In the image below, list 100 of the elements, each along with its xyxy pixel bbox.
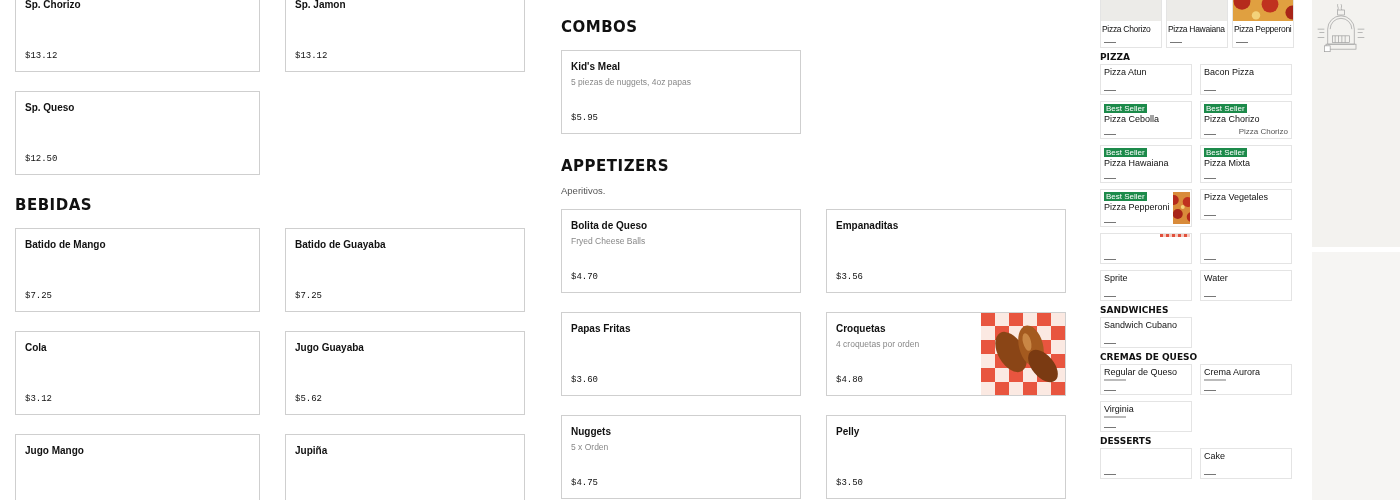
menu-card[interactable]: Pizza Pepperoni xyxy=(1232,0,1294,48)
menu-card[interactable]: Nuggets 5 x Orden $4.75 xyxy=(561,415,801,499)
menu-card[interactable]: Best Seller Pizza Chorizo Pizza Chorizo xyxy=(1200,101,1292,139)
menu-card[interactable]: Sp. Queso $12.50 xyxy=(15,91,260,175)
price-line xyxy=(1104,389,1116,391)
section-heading: CREMAS DE QUESO xyxy=(1100,352,1199,362)
item-name: Pizza Cebolla xyxy=(1104,114,1160,124)
menu-card[interactable] xyxy=(1100,233,1192,264)
price-line xyxy=(1104,133,1116,135)
item-price: $7.25 xyxy=(295,291,323,301)
best-seller-badge: Best Seller xyxy=(1104,148,1147,157)
price-line xyxy=(1104,258,1116,260)
item-name: Jugo Guayaba xyxy=(295,341,365,354)
menu-card[interactable]: Best Seller Pizza Pepperoni xyxy=(1100,189,1192,227)
price-line xyxy=(1204,214,1216,216)
price-line xyxy=(1204,295,1216,297)
menu-card[interactable]: Kid's Meal 5 piezas de nuggets, 4oz papas $5.95 xyxy=(561,50,801,134)
menu-card[interactable] xyxy=(1200,233,1292,264)
item-name: Pizza Hawaiana xyxy=(1104,158,1169,168)
menu-card[interactable]: Pizza Chorizo xyxy=(1100,0,1162,48)
menu-card[interactable]: Pelly $3.50 xyxy=(826,415,1066,499)
menu-card[interactable]: Cola $3.12 xyxy=(15,331,260,415)
menu-card[interactable]: Bolita de Queso Fryed Cheese Balls $4.70 xyxy=(561,209,801,293)
item-name: Sprite xyxy=(1104,273,1128,283)
price-line xyxy=(1104,41,1116,43)
section-heading: SANDWICHES xyxy=(1100,305,1170,315)
price-line xyxy=(1104,342,1116,344)
menu-card[interactable] xyxy=(1100,448,1192,479)
menu-card[interactable]: Sprite xyxy=(1100,270,1192,301)
image-placeholder xyxy=(1167,0,1227,21)
item-name: Pizza Vegetales xyxy=(1204,192,1269,202)
price-line xyxy=(1104,89,1116,91)
image-placeholder xyxy=(1101,0,1161,21)
item-name: Sp. Chorizo xyxy=(25,0,82,11)
section-heading: COMBOS xyxy=(561,18,639,36)
item-price: $13.12 xyxy=(295,51,329,61)
item-name: Croquetas xyxy=(836,322,887,335)
menu-card[interactable]: Bacon Pizza xyxy=(1200,64,1292,95)
menu-card[interactable]: Best Seller Pizza Mixta xyxy=(1200,145,1292,183)
price-line xyxy=(1204,133,1216,135)
menu-card[interactable]: Jugo Mango xyxy=(15,434,260,500)
menu-card[interactable]: Best Seller Pizza Hawaiana xyxy=(1100,145,1192,183)
item-price: $4.70 xyxy=(571,272,599,282)
item-name: Papas Fritas xyxy=(571,322,632,335)
item-price: $5.62 xyxy=(295,394,323,404)
section-heading: DESSERTS xyxy=(1100,436,1153,446)
menu-card[interactable]: Batido de Guayaba $7.25 xyxy=(285,228,525,312)
price-line xyxy=(1204,177,1216,179)
item-name: Pizza Pepperoni xyxy=(1234,24,1292,34)
menu-card[interactable]: Sp. Jamon $13.12 xyxy=(285,0,525,72)
broken-image-text: Pizza Chorizo xyxy=(1238,127,1288,136)
item-name: Virginia xyxy=(1104,404,1134,414)
menu-card[interactable]: Empanaditas $3.56 xyxy=(826,209,1066,293)
item-name: Pizza Chorizo xyxy=(1204,114,1260,124)
section-heading: PIZZA xyxy=(1100,52,1131,62)
menu-card[interactable]: Batido de Mango $7.25 xyxy=(15,228,260,312)
item-price: $7.25 xyxy=(25,291,53,301)
item-name: Sp. Jamon xyxy=(295,0,347,11)
menu-card[interactable]: Sandwich Cubano xyxy=(1100,317,1192,348)
menu-card[interactable]: Cake xyxy=(1200,448,1292,479)
menu-card[interactable]: Pizza Hawaiana xyxy=(1166,0,1228,48)
item-name: Batido de Guayaba xyxy=(295,238,387,251)
item-name: Nuggets xyxy=(571,425,612,438)
item-name: Cola xyxy=(25,341,48,354)
menu-card[interactable]: Croquetas 4 croquetas por orden $4.80 xyxy=(826,312,1066,396)
item-name: Bolita de Queso xyxy=(571,219,649,232)
item-description: 5 piezas de nuggets, 4oz papas xyxy=(571,77,693,87)
item-name: Cake xyxy=(1204,451,1225,461)
menu-card[interactable]: Virginia xyxy=(1100,401,1192,432)
menu-card[interactable]: Water xyxy=(1200,270,1292,301)
price-line xyxy=(1104,221,1116,223)
price-line xyxy=(1104,473,1116,475)
item-name: Regular de Queso xyxy=(1104,367,1178,377)
menu-card[interactable]: Crema Aurora xyxy=(1200,364,1292,395)
item-price: $3.50 xyxy=(836,478,864,488)
item-price: $5.95 xyxy=(571,113,599,123)
section-heading: APPETIZERS xyxy=(561,157,671,175)
menu-card[interactable]: Pizza Atun xyxy=(1100,64,1192,95)
price-line xyxy=(1104,177,1116,179)
menu-card[interactable]: Papas Fritas $3.60 xyxy=(561,312,801,396)
item-name: Pizza Hawaiana xyxy=(1168,24,1226,34)
item-name: Pizza Pepperoni xyxy=(1104,202,1170,212)
item-price: $12.50 xyxy=(25,154,59,164)
item-name: Pelly xyxy=(836,425,861,438)
menu-card[interactable]: Best Seller Pizza Cebolla xyxy=(1100,101,1192,139)
item-name: Sandwich Cubano xyxy=(1104,320,1178,330)
section-subtitle: Aperitivos. xyxy=(561,185,607,196)
menu-card[interactable]: Jugo Guayaba $5.62 xyxy=(285,331,525,415)
item-name: Kid's Meal xyxy=(571,60,622,73)
description-line xyxy=(1204,379,1226,381)
menu-card[interactable]: Sp. Chorizo $13.12 xyxy=(15,0,260,72)
item-name: Pizza Atun xyxy=(1104,67,1147,77)
item-name: Jugo Mango xyxy=(25,444,85,457)
price-line xyxy=(1104,295,1116,297)
menu-card[interactable]: Jupiña xyxy=(285,434,525,500)
item-name: Jupiña xyxy=(295,444,329,457)
price-line xyxy=(1204,389,1216,391)
menu-card[interactable]: Regular de Queso xyxy=(1100,364,1192,395)
description-line xyxy=(1104,379,1126,381)
menu-card[interactable]: Pizza Vegetales xyxy=(1200,189,1292,220)
